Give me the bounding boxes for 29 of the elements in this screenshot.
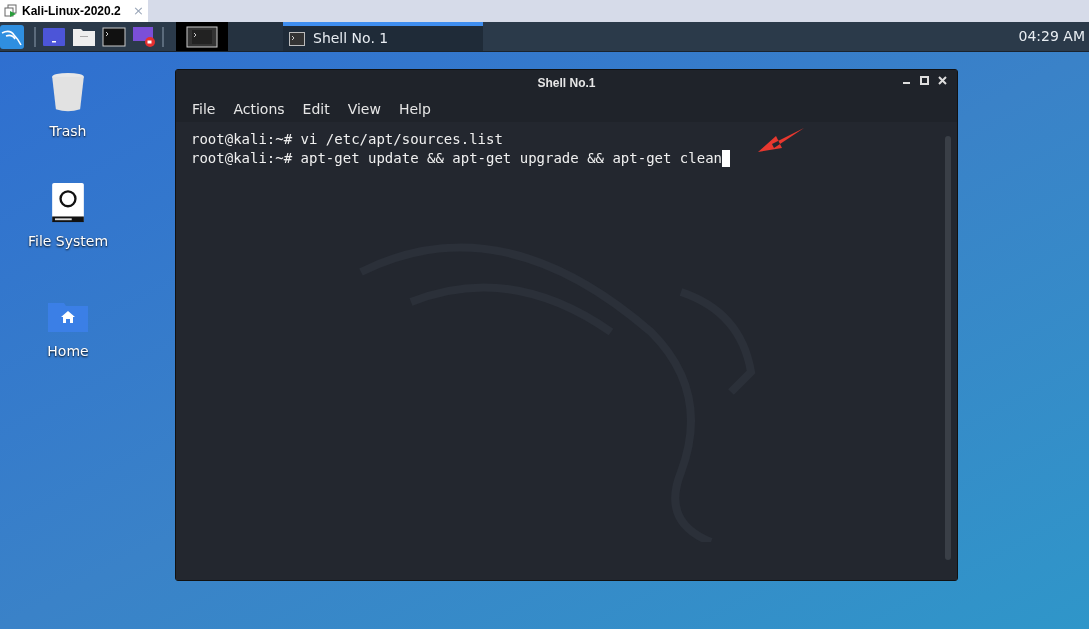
terminal-icon	[289, 31, 305, 46]
desktop-icon-label[interactable]: Trash	[49, 121, 87, 142]
vm-tab-title: Kali-Linux-2020.2	[22, 3, 121, 20]
text-cursor	[722, 150, 730, 167]
menu-item[interactable]: Actions	[225, 98, 293, 120]
vm-tab[interactable]: Kali-Linux-2020.2 ×	[0, 0, 148, 22]
menu-item[interactable]: Edit	[294, 98, 338, 120]
maximize-icon[interactable]	[920, 76, 929, 85]
clock: 04:29 AM	[1018, 27, 1086, 46]
terminal-line: root@kali:~# apt-get update && apt-get upgrade && apt-get clean	[191, 149, 722, 168]
taskbar-window-button[interactable]: Shell No. 1	[283, 22, 483, 51]
home-folder-icon[interactable]	[47, 301, 89, 333]
terminal-line: root@kali:~# vi /etc/apt/sources.list	[191, 130, 503, 149]
vm-icon	[4, 4, 18, 18]
scrollbar[interactable]	[945, 136, 951, 560]
menu-item[interactable]: View	[339, 98, 389, 120]
desktop-icon-label[interactable]: Home	[47, 341, 89, 362]
menu-item[interactable]: File	[184, 98, 224, 120]
desktop-icon-label[interactable]: File System	[27, 231, 109, 252]
menu-item[interactable]: Help	[390, 98, 439, 120]
drive-icon[interactable]	[50, 182, 86, 223]
screen-recorder-icon[interactable]	[132, 25, 156, 48]
folder-icon[interactable]	[72, 26, 96, 47]
window-title: Shell No.1	[537, 75, 596, 92]
terminal-icon[interactable]	[186, 25, 218, 48]
dragon-logo-icon[interactable]	[0, 24, 24, 49]
trash-icon[interactable]	[50, 72, 86, 113]
terminal-icon[interactable]	[102, 26, 126, 47]
close-icon[interactable]	[938, 76, 947, 85]
